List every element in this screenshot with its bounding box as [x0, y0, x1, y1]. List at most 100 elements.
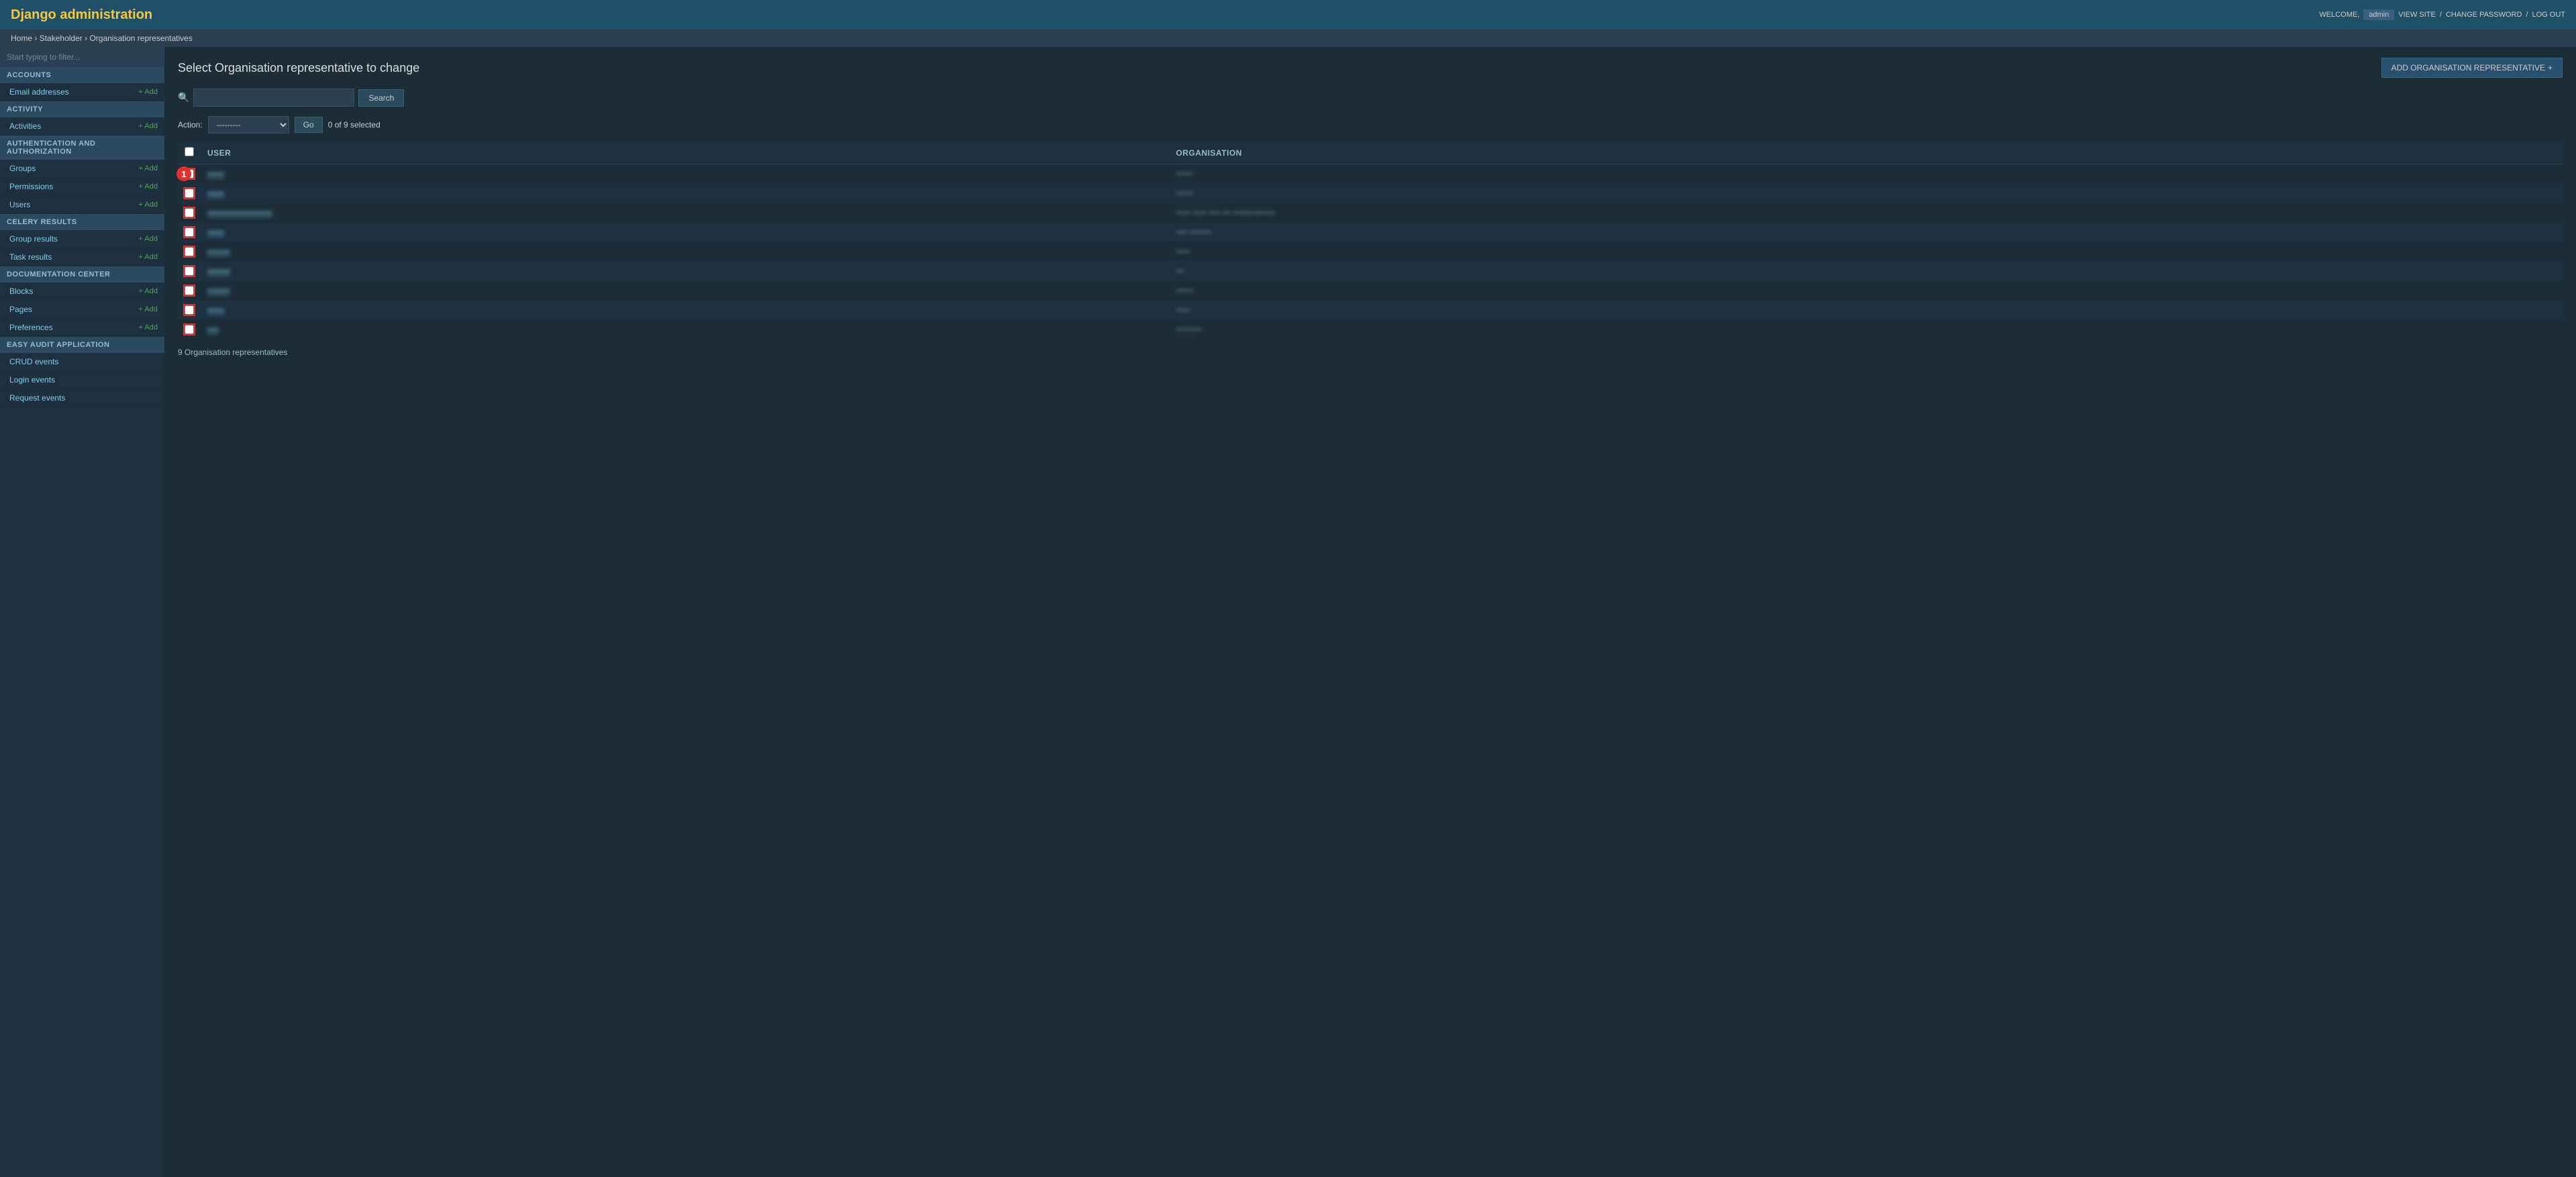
- search-bar: 🔍 Search: [178, 89, 2563, 107]
- row-checkbox[interactable]: [185, 325, 194, 334]
- view-site-link[interactable]: VIEW SITE: [2398, 11, 2436, 19]
- sidebar-item-groups: Groups + Add: [0, 160, 164, 178]
- row-checkbox-cell: [178, 184, 201, 203]
- organisation-column-header[interactable]: ORGANISATION: [1170, 142, 2563, 164]
- row-user[interactable]: •••••••••••••••••••••••: [201, 203, 1170, 223]
- search-button[interactable]: Search: [358, 89, 404, 107]
- row-organisation: •••••: [1170, 301, 2563, 320]
- table-row: •••••••••••••: [178, 242, 2563, 262]
- sidebar-section-accounts: ACCOUNTS: [0, 67, 164, 83]
- select-all-checkbox[interactable]: [185, 147, 194, 156]
- sidebar-section-auth: AUTHENTICATION AND AUTHORIZATION: [0, 136, 164, 160]
- sidebar-item-blocks: Blocks + Add: [0, 283, 164, 301]
- row-user[interactable]: ••••••••: [201, 281, 1170, 301]
- sidebar-add-groups[interactable]: + Add: [139, 164, 158, 172]
- row-organisation: ••••• ••••• •••• ••• •••••••••••••••: [1170, 203, 2563, 223]
- row-checkbox[interactable]: [185, 305, 194, 315]
- sidebar-add-users[interactable]: + Add: [139, 201, 158, 209]
- table-body: 1•••••••••••••••••••••••••••••••••••••••…: [178, 164, 2563, 340]
- sidebar-section-audit: EASY AUDIT APPLICATION: [0, 337, 164, 353]
- row-checkbox-cell: [178, 320, 201, 340]
- breadcrumb-current: Organisation representatives: [89, 34, 192, 43]
- sidebar-section-celery: CELERY RESULTS: [0, 214, 164, 230]
- breadcrumb-home[interactable]: Home: [11, 34, 32, 43]
- row-checkbox-cell: [178, 203, 201, 223]
- row-checkbox-cell: [178, 262, 201, 281]
- row-user[interactable]: ••••••: [201, 164, 1170, 184]
- sidebar-link-permissions[interactable]: Permissions: [9, 182, 53, 191]
- go-button[interactable]: Go: [295, 117, 323, 133]
- row-checkbox-cell: [178, 242, 201, 262]
- row-checkbox[interactable]: [185, 266, 194, 276]
- row-organisation: ••••••: [1170, 281, 2563, 301]
- sidebar-add-group-results[interactable]: + Add: [139, 235, 158, 243]
- sidebar-link-crud-events[interactable]: CRUD events: [9, 357, 58, 366]
- row-user[interactable]: ••••: [201, 320, 1170, 340]
- sidebar-section-docs: DOCUMENTATION CENTER: [0, 266, 164, 283]
- sidebar-add-permissions[interactable]: + Add: [139, 183, 158, 191]
- sidebar-link-group-results[interactable]: Group results: [9, 234, 58, 244]
- sidebar-link-login-events[interactable]: Login events: [9, 375, 55, 385]
- sidebar-link-preferences[interactable]: Preferences: [9, 323, 53, 332]
- row-checkbox[interactable]: [185, 189, 194, 198]
- sidebar: ACCOUNTSEmail addresses+ AddACTIVITYActi…: [0, 47, 164, 1177]
- sidebar-link-activities[interactable]: Activities: [9, 121, 41, 131]
- sidebar-link-task-results[interactable]: Task results: [9, 252, 52, 262]
- row-user[interactable]: ••••••: [201, 301, 1170, 320]
- user-tools: WELCOME, admin VIEW SITE / CHANGE PASSWO…: [2319, 9, 2565, 20]
- row-organisation: •••••: [1170, 242, 2563, 262]
- table-row: •••••••••••••: [178, 320, 2563, 340]
- row-user[interactable]: ••••••: [201, 223, 1170, 242]
- sidebar-add-blocks[interactable]: + Add: [139, 287, 158, 295]
- sidebar-item-crud-events: CRUD events: [0, 353, 164, 371]
- breadcrumb-parent[interactable]: Stakeholder: [40, 34, 83, 43]
- row-checkbox-cell: 1: [178, 164, 201, 184]
- table-row: •••••••••• ••••••••: [178, 223, 2563, 242]
- sidebar-sections: ACCOUNTSEmail addresses+ AddACTIVITYActi…: [0, 67, 164, 407]
- site-title[interactable]: Django administration: [11, 7, 152, 23]
- search-input[interactable]: [193, 89, 354, 107]
- sidebar-link-users[interactable]: Users: [9, 200, 30, 209]
- row-checkbox[interactable]: [185, 208, 194, 217]
- row-checkbox[interactable]: [185, 227, 194, 237]
- row-checkbox[interactable]: [185, 286, 194, 295]
- sidebar-link-pages[interactable]: Pages: [9, 305, 32, 314]
- sidebar-item-pages: Pages + Add: [0, 301, 164, 319]
- sidebar-add-email-addresses[interactable]: + Add: [139, 88, 158, 96]
- sidebar-link-request-events[interactable]: Request events: [9, 393, 65, 403]
- row-organisation: ••••••: [1170, 164, 2563, 184]
- table-header-row: USER ORGANISATION: [178, 142, 2563, 164]
- selected-count: 0 of 9 selected: [328, 120, 380, 130]
- row-user[interactable]: ••••••••: [201, 262, 1170, 281]
- row-user[interactable]: ••••••••: [201, 242, 1170, 262]
- table-row: ••••••••••••••: [178, 281, 2563, 301]
- select-all-header: [178, 142, 201, 164]
- results-table: USER ORGANISATION 1•••••••••••••••••••••…: [178, 142, 2563, 340]
- username-display: admin: [2363, 9, 2394, 20]
- sidebar-add-activities[interactable]: + Add: [139, 122, 158, 130]
- sidebar-add-task-results[interactable]: + Add: [139, 253, 158, 261]
- sidebar-link-groups[interactable]: Groups: [9, 164, 36, 173]
- sidebar-add-pages[interactable]: + Add: [139, 305, 158, 313]
- action-select[interactable]: --------- Delete selected: [208, 116, 289, 134]
- content-header: Select Organisation representative to ch…: [178, 58, 2563, 78]
- sidebar-filter-input[interactable]: [0, 47, 164, 67]
- add-organisation-representative-button[interactable]: ADD ORGANISATION REPRESENTATIVE +: [2381, 58, 2563, 78]
- row-checkbox-cell: [178, 223, 201, 242]
- sidebar-add-preferences[interactable]: + Add: [139, 323, 158, 331]
- sidebar-item-activities: Activities + Add: [0, 117, 164, 136]
- sidebar-item-group-results: Group results + Add: [0, 230, 164, 248]
- row-checkbox[interactable]: [185, 247, 194, 256]
- user-column-header[interactable]: USER: [201, 142, 1170, 164]
- add-btn-icon: +: [2548, 63, 2553, 72]
- table-row: •••••••••••••••••••••••••••• ••••• •••• …: [178, 203, 2563, 223]
- table-row: ••••••••••••: [178, 184, 2563, 203]
- sidebar-link-blocks[interactable]: Blocks: [9, 287, 33, 296]
- sidebar-link-email-addresses[interactable]: Email addresses: [9, 87, 69, 97]
- row-checkbox-cell: [178, 301, 201, 320]
- table-row: •••••••••••: [178, 301, 2563, 320]
- change-password-link[interactable]: CHANGE PASSWORD: [2446, 11, 2522, 19]
- breadcrumb: Home › Stakeholder › Organisation repres…: [0, 30, 2576, 47]
- row-user[interactable]: ••••••: [201, 184, 1170, 203]
- log-out-link[interactable]: LOG OUT: [2532, 11, 2565, 19]
